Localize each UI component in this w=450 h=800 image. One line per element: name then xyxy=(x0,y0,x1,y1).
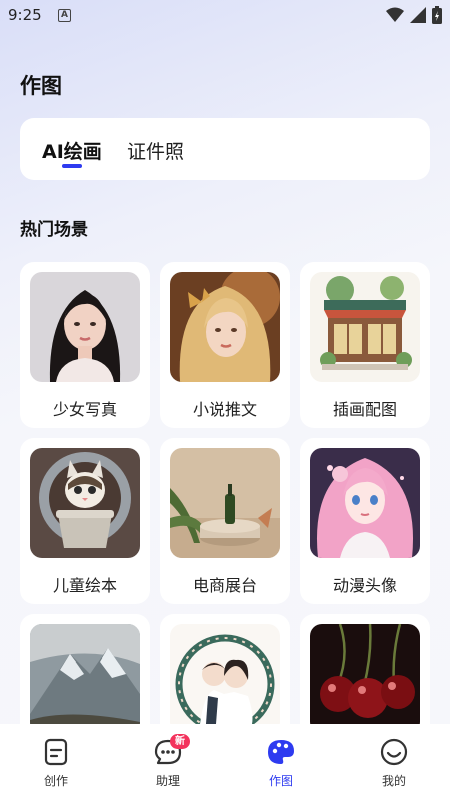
scene-card-portrait[interactable]: 少女写真 xyxy=(20,262,150,428)
bottom-nav: 创作 新 助理 作图 我的 xyxy=(0,724,450,800)
scene-label: 少女写真 xyxy=(52,400,117,419)
fantasy-girl-image xyxy=(170,272,280,382)
palette-icon xyxy=(268,740,294,764)
nav-label: 我的 xyxy=(381,774,406,788)
tab-ai-painting[interactable]: AI绘画 xyxy=(42,137,102,164)
status-bar: 9:25 A xyxy=(0,0,450,32)
cherries-image xyxy=(310,624,420,734)
cartoon-cat-image xyxy=(30,448,140,558)
smiley-icon xyxy=(380,738,408,766)
nav-label: 创作 xyxy=(43,774,68,788)
nav-label: 作图 xyxy=(268,774,293,788)
anime-pink-hair-image xyxy=(310,448,420,558)
scene-label: 小说推文 xyxy=(192,400,257,419)
new-badge: 新 xyxy=(170,734,190,749)
portrait-girl-image xyxy=(30,272,140,382)
scene-card-picture-book[interactable]: 儿童绘本 xyxy=(20,438,150,604)
tab-bar: AI绘画 证件照 xyxy=(20,118,430,180)
status-time: 9:25 xyxy=(8,6,42,24)
scene-label: 插画配图 xyxy=(332,400,397,419)
cafe-illustration-image xyxy=(310,272,420,382)
scene-card-anime-avatar[interactable]: 动漫头像 xyxy=(300,438,430,604)
nav-label: 助理 xyxy=(155,774,180,788)
signal-icon xyxy=(410,7,426,23)
create-icon xyxy=(44,738,68,766)
scene-card-product-stage[interactable]: 电商展台 xyxy=(160,438,290,604)
snowy-mountain-image xyxy=(30,624,140,734)
scene-label: 动漫头像 xyxy=(332,576,397,595)
battery-icon xyxy=(432,6,442,24)
nav-draw[interactable]: 作图 xyxy=(225,724,337,800)
scene-label: 儿童绘本 xyxy=(52,576,117,595)
notification-a-icon: A xyxy=(58,9,71,22)
scene-card-novel[interactable]: 小说推文 xyxy=(160,262,290,428)
section-title: 热门场景 xyxy=(20,220,88,240)
nav-create[interactable]: 创作 xyxy=(0,724,112,800)
status-icons xyxy=(386,6,442,24)
tab-id-photo[interactable]: 证件照 xyxy=(127,137,184,164)
active-tab-indicator xyxy=(62,164,82,168)
product-stage-image xyxy=(170,448,280,558)
wifi-icon xyxy=(386,7,404,22)
page-title: 作图 xyxy=(20,74,62,98)
scene-label: 电商展台 xyxy=(192,576,257,595)
nav-me[interactable]: 我的 xyxy=(338,724,450,800)
scene-card-illustration[interactable]: 插画配图 xyxy=(300,262,430,428)
nav-assistant[interactable]: 新 助理 xyxy=(112,724,224,800)
couple-wreath-image xyxy=(170,624,280,734)
